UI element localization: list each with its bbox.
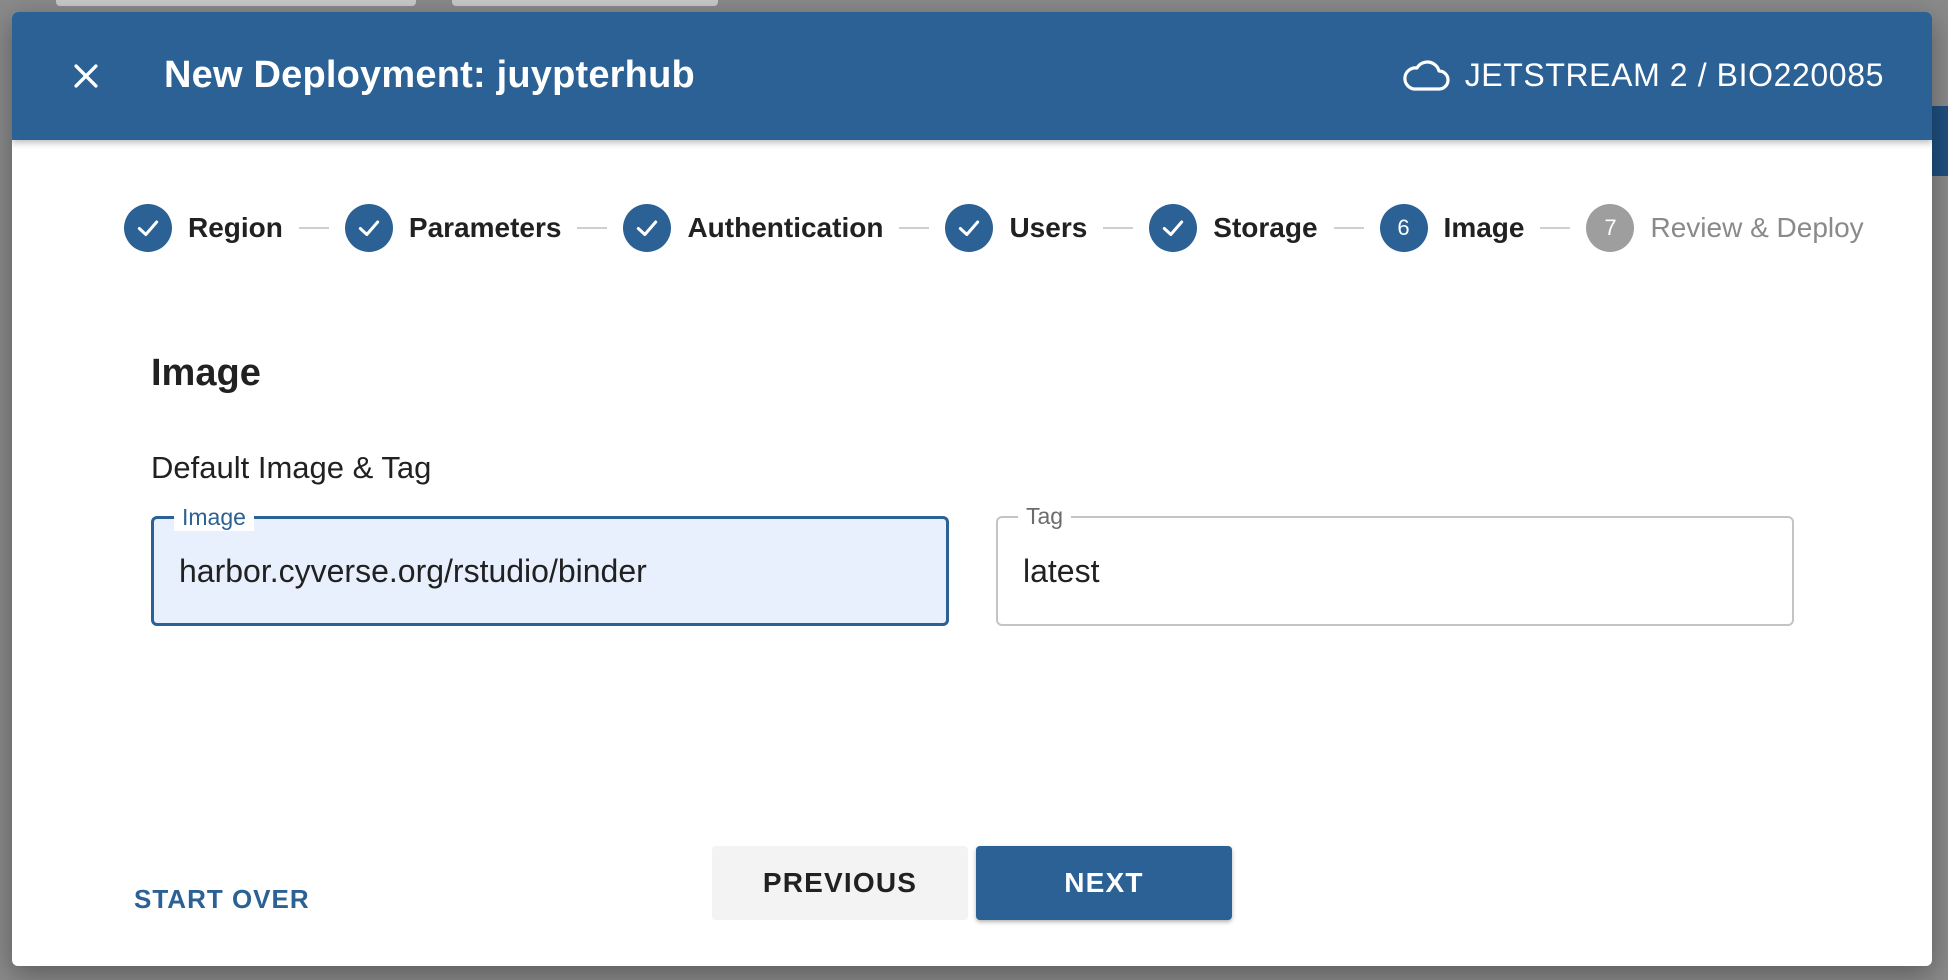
step-review-deploy[interactable]: 7 Review & Deploy bbox=[1586, 204, 1864, 252]
step-region[interactable]: Region bbox=[124, 204, 283, 252]
step-image[interactable]: 6 Image bbox=[1379, 204, 1525, 252]
check-icon bbox=[637, 220, 658, 237]
section-title: Image bbox=[151, 352, 261, 394]
image-input[interactable] bbox=[179, 519, 921, 623]
step-indicator bbox=[344, 204, 393, 252]
check-icon bbox=[137, 220, 159, 237]
image-tag-subheading: Default Image & Tag bbox=[151, 450, 432, 485]
step-connector bbox=[1103, 227, 1134, 229]
step-storage[interactable]: Storage bbox=[1149, 204, 1318, 252]
step-connector bbox=[577, 227, 608, 229]
next-button[interactable]: NEXT bbox=[976, 846, 1232, 920]
step-label: Image bbox=[1443, 212, 1525, 243]
previous-button[interactable]: PREVIOUS bbox=[712, 846, 968, 920]
cloud-icon bbox=[1402, 60, 1450, 91]
step-number: 6 bbox=[1397, 215, 1410, 240]
step-label: Review & Deploy bbox=[1650, 212, 1864, 243]
step-label: Region bbox=[188, 212, 283, 243]
step-parameters[interactable]: Parameters bbox=[344, 204, 562, 252]
step-label: Authentication bbox=[687, 212, 884, 243]
image-field: Image bbox=[151, 503, 949, 626]
cloud-project-label: JETSTREAM 2 / BIO220085 bbox=[1464, 57, 1884, 93]
new-deployment-dialog: New Deployment: juypterhub JETSTREAM 2 /… bbox=[12, 12, 1932, 966]
check-icon bbox=[959, 220, 980, 237]
close-icon bbox=[74, 64, 98, 88]
step-indicator bbox=[945, 204, 994, 252]
step-label: Storage bbox=[1213, 212, 1318, 243]
start-over-button[interactable]: START OVER bbox=[134, 884, 310, 915]
dialog-title: New Deployment: juypterhub bbox=[164, 54, 695, 96]
backdrop-tab bbox=[56, 0, 416, 6]
step-users[interactable]: Users bbox=[945, 204, 1087, 252]
cloud-project-indicator: JETSTREAM 2 / BIO220085 bbox=[1401, 52, 1884, 98]
step-indicator bbox=[124, 204, 172, 252]
check-icon bbox=[358, 220, 380, 237]
step-label: Parameters bbox=[408, 212, 562, 243]
step-indicator: 6 bbox=[1379, 204, 1428, 252]
step-label: Users bbox=[1009, 212, 1088, 243]
check-icon bbox=[1163, 220, 1184, 237]
deployment-stepper: Region Parameters Authentication Users Stora… bbox=[124, 204, 1864, 252]
backdrop-tab bbox=[452, 0, 718, 6]
tag-input[interactable] bbox=[1023, 518, 1767, 624]
tag-field: Tag bbox=[996, 502, 1794, 626]
step-connector bbox=[298, 227, 329, 229]
step-indicator bbox=[623, 204, 672, 252]
step-number: 7 bbox=[1604, 215, 1617, 240]
step-authentication[interactable]: Authentication bbox=[623, 204, 883, 252]
step-indicator bbox=[1149, 204, 1198, 252]
step-connector bbox=[1540, 227, 1571, 229]
step-indicator: 7 bbox=[1586, 204, 1635, 252]
close-button[interactable] bbox=[58, 48, 114, 104]
dialog-header: New Deployment: juypterhub JETSTREAM 2 /… bbox=[12, 12, 1932, 140]
step-connector bbox=[899, 227, 930, 229]
step-connector bbox=[1333, 227, 1364, 229]
